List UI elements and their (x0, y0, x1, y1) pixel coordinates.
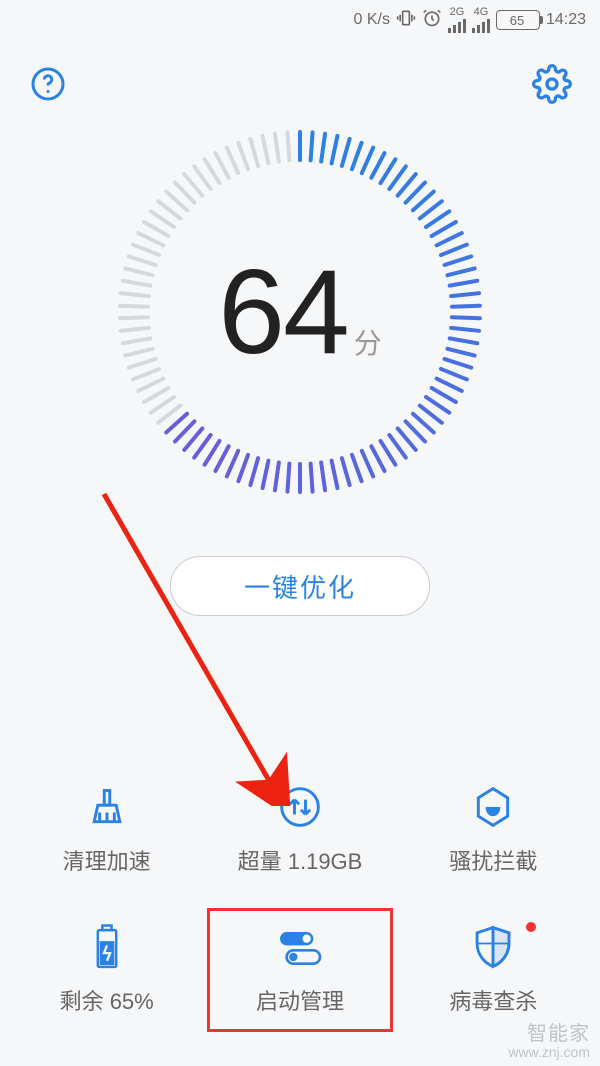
data-usage-label: 超量 1.19GB (238, 844, 363, 876)
help-icon (30, 66, 66, 102)
clock-time: 14:23 (546, 11, 586, 29)
net-speed: 0 K/s (353, 11, 389, 29)
arrow-annotation (96, 486, 306, 806)
block-label: 骚扰拦截 (449, 844, 537, 876)
status-bar: 0 K/s 2G 4G 65 14:23 (0, 0, 600, 40)
shield-icon (471, 924, 515, 970)
startup-label: 启动管理 (256, 984, 344, 1016)
signal-2g-bars-icon (448, 19, 466, 33)
toggles-icon (275, 924, 325, 970)
vibrate-icon (396, 8, 416, 33)
battery-cell[interactable]: 剩余 65% (10, 924, 203, 1016)
score-value: 64 (218, 243, 347, 381)
score-unit: 分 (354, 322, 382, 362)
watermark: 智能家 www.znj.com (508, 1023, 590, 1060)
data-usage-cell[interactable]: 超量 1.19GB (203, 784, 396, 876)
cleanup-label: 清理加速 (63, 844, 151, 876)
feature-grid: 清理加速 超量 1.19GB 骚扰拦截 剩余 65% 启动管理 病毒查杀 (0, 784, 600, 1016)
broom-icon (85, 784, 129, 830)
virus-label: 病毒查杀 (449, 984, 537, 1016)
settings-button[interactable] (532, 64, 572, 104)
score-gauge[interactable]: 64 分 (110, 122, 490, 502)
signal-2g-label: 2G (450, 7, 465, 18)
gear-icon (532, 64, 572, 104)
battery-label: 剩余 65% (60, 984, 154, 1016)
battery-indicator-icon: 65 (496, 10, 540, 30)
hand-block-icon (471, 784, 515, 830)
battery-icon (88, 924, 126, 970)
block-cell[interactable]: 骚扰拦截 (397, 784, 590, 876)
signal-4g-label: 4G (474, 7, 489, 18)
notification-dot (526, 922, 536, 932)
help-button[interactable] (28, 64, 68, 104)
watermark-url: www.znj.com (508, 1045, 590, 1060)
startup-management-cell[interactable]: 启动管理 (203, 924, 396, 1016)
alarm-icon (422, 8, 442, 33)
data-transfer-icon (278, 784, 322, 830)
cleanup-cell[interactable]: 清理加速 (10, 784, 203, 876)
signal-4g-bars-icon (472, 19, 490, 33)
top-bar (0, 40, 600, 104)
virus-scan-cell[interactable]: 病毒查杀 (397, 924, 590, 1016)
watermark-brand: 智能家 (508, 1023, 590, 1045)
optimize-button[interactable]: 一键优化 (170, 556, 430, 616)
